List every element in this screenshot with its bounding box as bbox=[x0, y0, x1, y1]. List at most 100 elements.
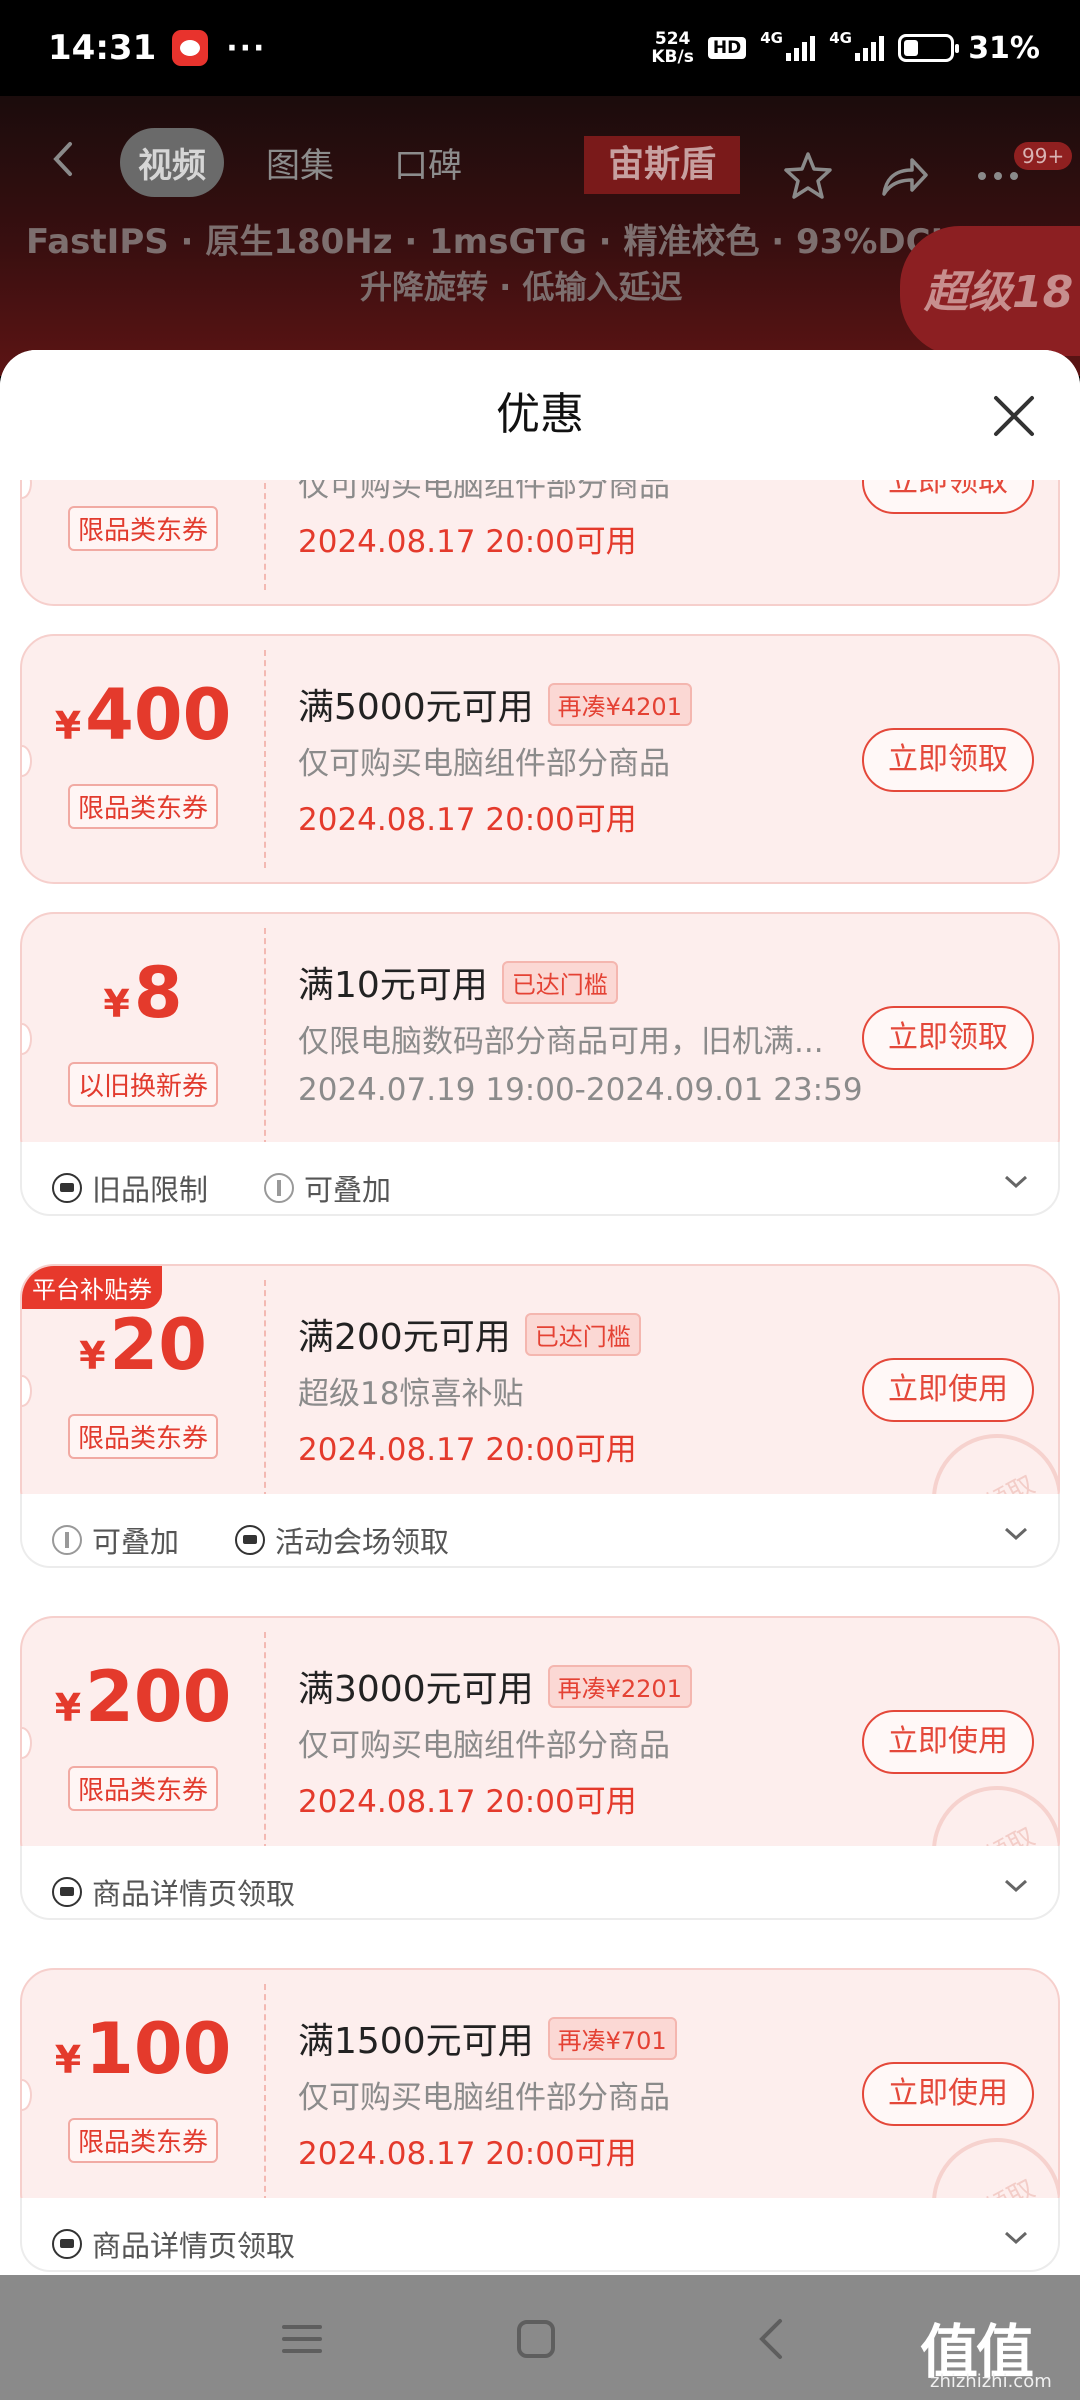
footer-item: 商品详情页领取 bbox=[52, 1871, 295, 1913]
chevron-down-icon[interactable] bbox=[1002, 1172, 1030, 1192]
signal-type-label: 4G bbox=[760, 29, 783, 47]
coupon-body: ¥8 以旧换新券 满10元可用 已达门槛 仅限电脑数码部分商品可用，旧机满...… bbox=[20, 912, 1060, 1162]
hd-icon: HD bbox=[707, 37, 747, 59]
stackable-icon bbox=[52, 1525, 82, 1555]
favorite-star-icon[interactable] bbox=[780, 148, 836, 204]
chevron-down-icon[interactable] bbox=[1002, 1524, 1030, 1544]
nav-bar: 视频 图集 口碑 宙斯盾 99+ bbox=[0, 120, 1080, 200]
coupon-amount: ¥8 bbox=[103, 952, 183, 1034]
system-nav-bar: 值值值 zhizhizhi.com bbox=[0, 2275, 1080, 2400]
product-header: 视频 图集 口碑 宙斯盾 99+ FastIPS · 原生180Hz · 1ms… bbox=[0, 96, 1080, 376]
coupon-validity: 2024.07.19 19:00-2024.09.01 23:59 bbox=[298, 1072, 863, 1108]
coupon-list[interactable]: ¥500 限品类东券 仅可购买电脑组件部分商品 2024.08.17 20:00… bbox=[0, 480, 1080, 2275]
coupon-footer[interactable]: 可叠加 活动会场领取 bbox=[20, 1494, 1060, 1568]
coupon-type: 限品类东券 bbox=[22, 1766, 264, 1811]
network-speed-value: 524 bbox=[654, 29, 691, 49]
coupon-scope: 仅可购买电脑组件部分商品 bbox=[298, 746, 670, 782]
notification-count-badge: 99+ bbox=[1014, 142, 1073, 170]
remaining-amount-tag: 再凑¥2201 bbox=[547, 1664, 692, 1708]
coupon-card: ¥8 以旧换新券 满10元可用 已达门槛 仅限电脑数码部分商品可用，旧机满...… bbox=[20, 912, 1060, 1216]
claim-coupon-button[interactable]: 立即领取 bbox=[862, 1006, 1034, 1070]
battery-percent: 31% bbox=[968, 30, 1040, 66]
use-coupon-button[interactable]: 立即使用 bbox=[862, 1710, 1034, 1774]
coupon-validity: 2024.08.17 20:00可用 bbox=[298, 1784, 637, 1820]
coupon-amount: ¥400 bbox=[54, 674, 232, 756]
ticket-icon bbox=[52, 1877, 82, 1907]
coupon-scope: 仅可购买电脑组件部分商品 bbox=[298, 480, 670, 504]
coupon-type: 以旧换新券 bbox=[22, 1062, 264, 1107]
coupon-body: ¥100 限品类东券 满1500元可用 再凑¥701 仅可购买电脑组件部分商品 … bbox=[20, 1968, 1060, 2218]
product-spec-line: FastIPS · 原生180Hz · 1msGTG · 精准校色 · 93%D… bbox=[26, 222, 1006, 262]
ticket-icon bbox=[235, 1525, 266, 1555]
footer-item: 商品详情页领取 bbox=[52, 2223, 295, 2265]
coupon-type: 限品类东券 bbox=[22, 2118, 264, 2163]
battery-icon bbox=[898, 34, 960, 62]
media-tabs: 视频 图集 口碑 bbox=[120, 128, 480, 197]
status-time: 14:31 bbox=[48, 28, 157, 68]
more-notifications-icon: ··· bbox=[226, 30, 267, 66]
product-spec-line-2: 升降旋转 · 低输入延迟 bbox=[360, 268, 683, 306]
coupon-sheet: 优惠 ¥500 限品类东券 仅可购买电脑组件部分商品 2024.08.17 20… bbox=[0, 350, 1080, 2275]
battery-level bbox=[904, 40, 918, 56]
status-bar: 14:31 ··· 524 KB/s HD 4G 4G 31% bbox=[0, 0, 1080, 96]
recent-apps-icon[interactable] bbox=[280, 2317, 324, 2361]
ticket-icon bbox=[52, 2229, 82, 2259]
coupon-validity: 2024.08.17 20:00可用 bbox=[298, 524, 637, 560]
tab-reviews[interactable]: 口碑 bbox=[376, 128, 480, 197]
brand-badge: 宙斯盾 bbox=[584, 136, 741, 194]
coupon-body: ¥200 限品类东券 满3000元可用 再凑¥2201 仅可购买电脑组件部分商品… bbox=[20, 1616, 1060, 1866]
coupon-threshold: 满5000元可用 再凑¥4201 bbox=[298, 678, 692, 730]
network-speed-unit: KB/s bbox=[651, 47, 694, 67]
back-icon[interactable] bbox=[750, 2317, 794, 2361]
coupon-validity: 2024.08.17 20:00可用 bbox=[298, 802, 637, 838]
signal-icon-2: 4G bbox=[829, 29, 885, 61]
coupon-scope: 仅可购买电脑组件部分商品 bbox=[298, 1728, 670, 1764]
coupon-threshold: 满3000元可用 再凑¥2201 bbox=[298, 1660, 692, 1712]
chevron-down-icon[interactable] bbox=[1002, 2228, 1030, 2248]
coupon-card: 平台补贴券 ¥20 限品类东券 满200元可用 已达门槛 超级18惊喜补贴 20… bbox=[20, 1264, 1060, 1568]
network-speed: 524 KB/s bbox=[651, 30, 693, 66]
coupon-type: 限品类东券 bbox=[22, 784, 264, 829]
coupon-card: ¥100 限品类东券 满1500元可用 再凑¥701 仅可购买电脑组件部分商品 … bbox=[20, 1968, 1060, 2272]
coupon-body: ¥500 限品类东券 仅可购买电脑组件部分商品 2024.08.17 20:00… bbox=[20, 480, 1060, 606]
claim-coupon-button[interactable]: 立即领取 bbox=[862, 728, 1034, 792]
coupon-threshold: 满10元可用 已达门槛 bbox=[298, 956, 618, 1008]
close-icon[interactable] bbox=[986, 388, 1042, 444]
tab-gallery[interactable]: 图集 bbox=[248, 128, 352, 197]
coupon-footer[interactable]: 商品详情页领取 bbox=[20, 2198, 1060, 2272]
coupon-type: 限品类东券 bbox=[22, 506, 264, 551]
share-icon[interactable] bbox=[876, 148, 932, 204]
signal-type-label-2: 4G bbox=[829, 29, 852, 47]
footer-item: 可叠加 bbox=[52, 1519, 179, 1561]
coupon-card: ¥200 限品类东券 满3000元可用 再凑¥2201 仅可购买电脑组件部分商品… bbox=[20, 1616, 1060, 1920]
coupon-footer[interactable]: 商品详情页领取 bbox=[20, 1846, 1060, 1920]
coupon-amount: ¥200 bbox=[54, 1656, 232, 1738]
footer-item: 活动会场领取 bbox=[235, 1519, 449, 1561]
platform-subsidy-tag: 平台补贴券 bbox=[22, 1266, 162, 1309]
use-coupon-button[interactable]: 立即使用 bbox=[862, 2062, 1034, 2126]
trade-in-icon bbox=[52, 1173, 82, 1203]
coupon-validity: 2024.08.17 20:00可用 bbox=[298, 2136, 637, 2172]
remaining-amount-tag: 再凑¥701 bbox=[547, 2016, 677, 2060]
back-arrow-icon[interactable] bbox=[40, 134, 90, 184]
watermark-url: zhizhizhi.com bbox=[930, 2371, 1052, 2392]
stackable-icon bbox=[264, 1173, 295, 1203]
coupon-threshold: 满200元可用 已达门槛 bbox=[298, 1308, 641, 1360]
sheet-title: 优惠 bbox=[0, 350, 1080, 480]
coupon-amount: ¥500 bbox=[22, 480, 264, 493]
tab-video[interactable]: 视频 bbox=[120, 128, 224, 197]
remaining-amount-tag: 再凑¥4201 bbox=[547, 682, 692, 726]
coupon-body: 平台补贴券 ¥20 限品类东券 满200元可用 已达门槛 超级18惊喜补贴 20… bbox=[20, 1264, 1060, 1514]
coupon-footer[interactable]: 旧品限制 可叠加 bbox=[20, 1142, 1060, 1216]
coupon-body: ¥400 限品类东券 满5000元可用 再凑¥4201 仅可购买电脑组件部分商品… bbox=[20, 634, 1060, 884]
footer-item: 可叠加 bbox=[264, 1167, 391, 1209]
home-icon[interactable] bbox=[514, 2317, 558, 2361]
threshold-reached-tag: 已达门槛 bbox=[501, 960, 618, 1004]
claim-coupon-button[interactable]: 立即领取 bbox=[862, 480, 1034, 514]
signal-icon: 4G bbox=[760, 29, 816, 61]
coupon-scope: 超级18惊喜补贴 bbox=[298, 1376, 524, 1412]
chevron-down-icon[interactable] bbox=[1002, 1876, 1030, 1896]
coupon-amount: ¥20 bbox=[79, 1304, 207, 1386]
coupon-card: ¥500 限品类东券 仅可购买电脑组件部分商品 2024.08.17 20:00… bbox=[20, 480, 1060, 606]
use-coupon-button[interactable]: 立即使用 bbox=[862, 1358, 1034, 1422]
